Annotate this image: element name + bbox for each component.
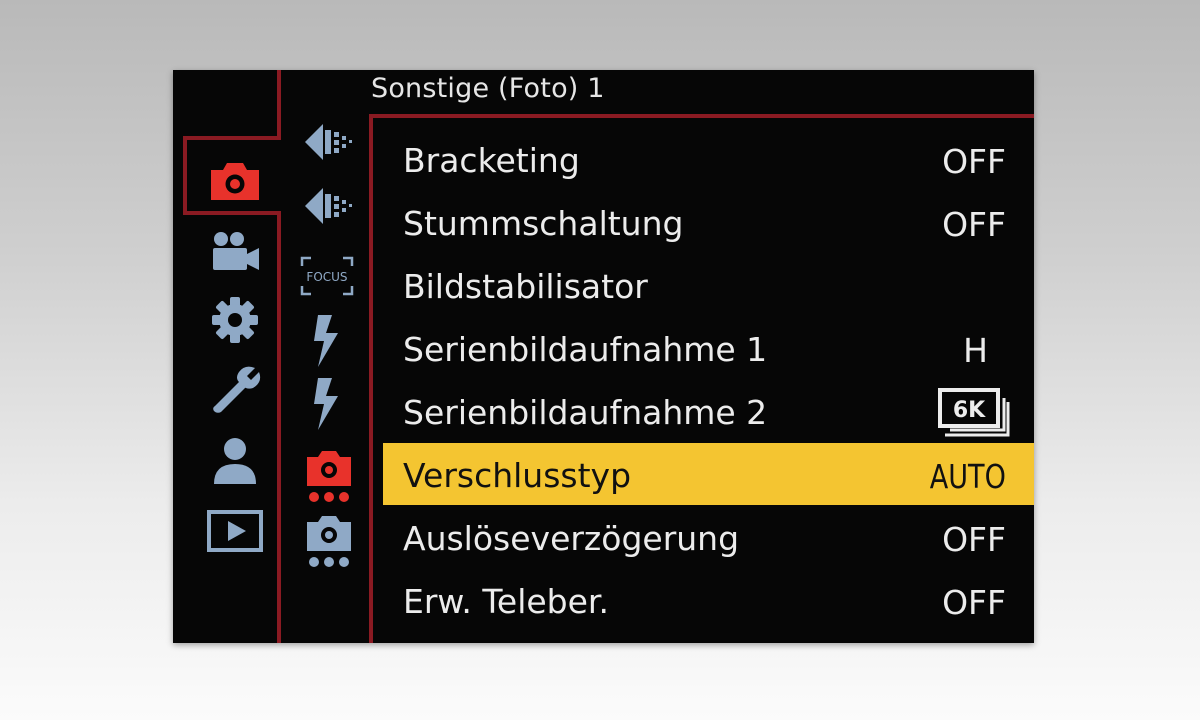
menu-item-value: OFF bbox=[942, 142, 1006, 181]
6k-photo-icon-label: 6K bbox=[953, 398, 986, 423]
setup-wrench-icon[interactable] bbox=[209, 362, 263, 420]
content-frame-top bbox=[369, 114, 1034, 118]
menu-item-value: AUTO bbox=[929, 457, 1006, 496]
playback-icon[interactable] bbox=[206, 509, 264, 557]
menu-item-bracketing[interactable]: Bracketing OFF bbox=[383, 128, 1034, 190]
category-divider-top bbox=[277, 70, 281, 140]
menu-item-label: Verschlusstyp bbox=[403, 456, 632, 495]
menu-item-verschlusstyp[interactable]: Verschlusstyp AUTO bbox=[383, 443, 1034, 505]
menu-item-stummschaltung[interactable]: Stummschaltung OFF bbox=[383, 191, 1034, 253]
menu-item-auslöseverzögerung[interactable]: Auslöseverzögerung OFF bbox=[383, 506, 1034, 568]
focus-icon[interactable]: FOCUS bbox=[299, 255, 355, 301]
photo-camera-icon[interactable] bbox=[207, 160, 263, 206]
menu-item-label: Bildstabilisator bbox=[403, 267, 648, 306]
menu-item-value: OFF bbox=[942, 583, 1006, 622]
menu-item-serienbildaufnahme-1[interactable]: Serienbildaufnahme 1 H bbox=[383, 317, 1034, 379]
menu-item-serienbildaufnahme-2[interactable]: Serienbildaufnahme 2 6K bbox=[383, 380, 1034, 442]
menu-item-label: Serienbildaufnahme 2 bbox=[403, 393, 768, 432]
menu-item-label: Serienbildaufnahme 1 bbox=[403, 330, 768, 369]
focus-icon-label: FOCUS bbox=[306, 270, 347, 284]
quality-dots-icon[interactable] bbox=[301, 182, 357, 234]
menu-item-bildstabilisator[interactable]: Bildstabilisator bbox=[383, 254, 1034, 316]
menu-item-label: Bracketing bbox=[403, 141, 580, 180]
flash-icon[interactable] bbox=[312, 313, 346, 373]
custom-gear-icon[interactable] bbox=[210, 295, 260, 349]
6k-photo-icon: 6K bbox=[936, 386, 1010, 444]
menu-item-value: H bbox=[963, 331, 988, 370]
content-frame-left bbox=[369, 114, 373, 643]
menu-item-value: OFF bbox=[942, 205, 1006, 244]
camera-other-icon[interactable] bbox=[304, 448, 354, 508]
video-camera-icon[interactable] bbox=[207, 230, 263, 276]
category-divider-bottom bbox=[277, 211, 281, 643]
menu-item-value: OFF bbox=[942, 520, 1006, 559]
quality-dots-icon[interactable] bbox=[301, 118, 357, 170]
camera-other-icon[interactable] bbox=[304, 513, 354, 573]
menu-item-label: Erw. Teleber. bbox=[403, 582, 609, 621]
my-menu-person-icon[interactable] bbox=[210, 436, 260, 490]
flash-icon[interactable] bbox=[312, 376, 346, 436]
camera-menu-screen: FOCUS Sonstige (Foto) 1 Bracketing OFF S… bbox=[173, 70, 1034, 643]
menu-item-label: Stummschaltung bbox=[403, 204, 684, 243]
menu-item-label: Auslöseverzögerung bbox=[403, 519, 740, 558]
menu-item-erw-teleber[interactable]: Erw. Teleber. OFF bbox=[383, 569, 1034, 631]
menu-page-title: Sonstige (Foto) 1 bbox=[371, 73, 605, 104]
